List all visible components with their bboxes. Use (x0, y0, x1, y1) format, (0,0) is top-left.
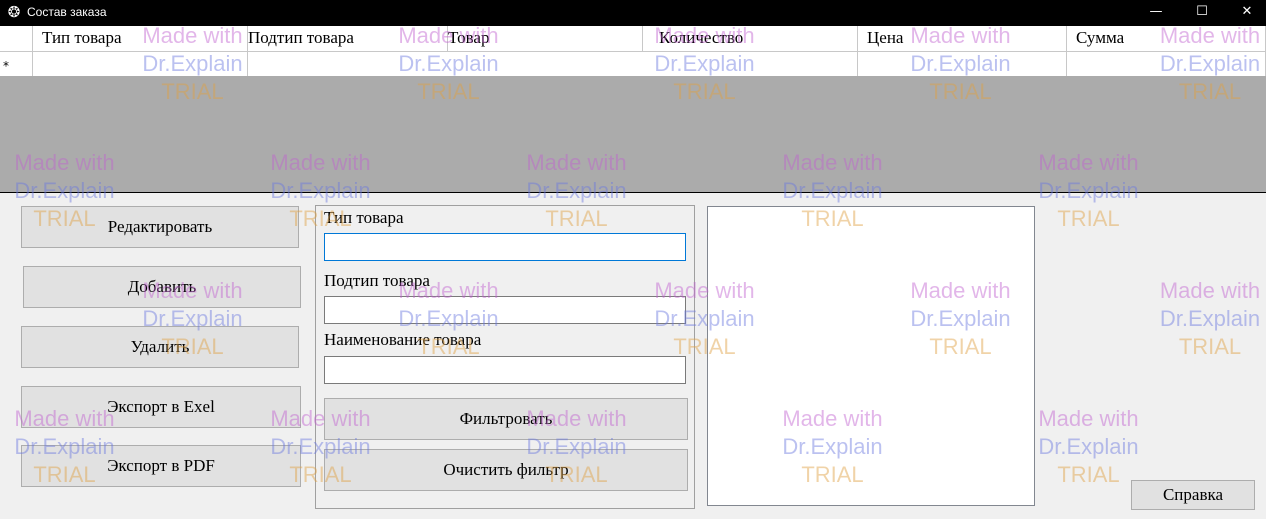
column-header-product[interactable]: Товар (448, 26, 643, 51)
details-listbox[interactable] (707, 206, 1035, 506)
title-bar: ❂ Состав заказа — ☐ ✕ (0, 0, 1266, 26)
close-button[interactable]: ✕ (1224, 0, 1266, 26)
column-header-type[interactable]: Тип товара (33, 26, 248, 51)
trial-watermark: Made with Dr.Explain TRIAL (1038, 406, 1139, 487)
export-excel-button[interactable]: Экспорт в Exel (21, 386, 301, 428)
clear-filter-button[interactable]: Очистить фильтр (324, 449, 688, 491)
minimize-button[interactable]: — (1133, 0, 1179, 26)
help-button[interactable]: Справка (1131, 480, 1255, 510)
product-type-label: Тип товара (324, 208, 404, 227)
product-subtype-label: Подтип товара (324, 271, 430, 290)
grid-cell[interactable] (33, 52, 248, 76)
column-header-quantity[interactable]: Количество (643, 26, 858, 51)
grid-cell[interactable] (248, 52, 448, 76)
grid-cell[interactable] (858, 52, 1067, 76)
column-header-price[interactable]: Цена (858, 26, 1067, 51)
trial-watermark: Made with Dr.Explain TRIAL (1159, 278, 1261, 359)
product-name-input[interactable] (324, 356, 686, 384)
new-row-marker: * (0, 52, 33, 76)
grid-header: Тип товара Подтип товара Товар Количеств… (0, 26, 1266, 52)
grid-cell[interactable] (448, 52, 643, 76)
grid-new-row[interactable]: * (0, 52, 1266, 76)
grid-cell[interactable] (643, 52, 858, 76)
column-header-sum[interactable]: Сумма (1067, 26, 1266, 51)
product-subtype-input[interactable] (324, 296, 686, 324)
delete-button[interactable]: Удалить (21, 326, 299, 368)
product-type-input[interactable] (324, 233, 686, 261)
column-header-subtype[interactable]: Подтип товара (248, 26, 448, 51)
app-gear-icon: ❂ (7, 3, 21, 21)
maximize-button[interactable]: ☐ (1179, 0, 1225, 26)
filter-button[interactable]: Фильтровать (324, 398, 688, 440)
edit-button[interactable]: Редактировать (21, 206, 299, 248)
window-title: Состав заказа (27, 5, 107, 19)
grid-corner-cell[interactable] (0, 26, 33, 51)
add-button[interactable]: Добавить (23, 266, 301, 308)
product-name-label: Наименование товара (324, 330, 482, 349)
grid-cell[interactable] (1067, 52, 1266, 76)
order-items-grid[interactable]: Тип товара Подтип товара Товар Количеств… (0, 26, 1266, 193)
export-pdf-button[interactable]: Экспорт в PDF (21, 445, 301, 487)
